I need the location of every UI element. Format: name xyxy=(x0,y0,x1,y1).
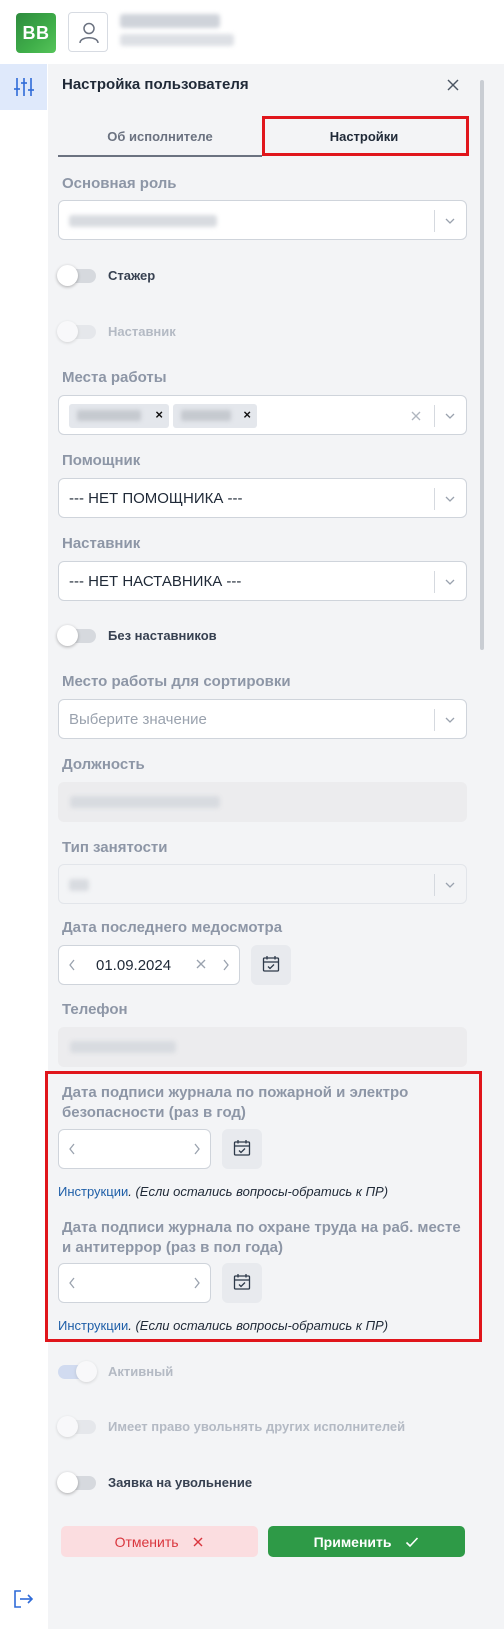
clear-icon[interactable] xyxy=(195,958,207,970)
phone-value-redacted xyxy=(70,1041,176,1053)
check-icon xyxy=(406,1537,419,1548)
panel-title: Настройка пользователя xyxy=(62,76,249,93)
workplace-chip: × xyxy=(173,404,257,428)
cancel-button[interactable]: Отменить xyxy=(61,1526,258,1557)
chevron-left-icon[interactable] xyxy=(67,958,77,972)
app-logo[interactable]: BB xyxy=(16,13,56,53)
active-label: Активный xyxy=(108,1364,174,1379)
calendar-button[interactable] xyxy=(251,945,291,985)
chevron-down-icon xyxy=(445,717,455,723)
sidebar xyxy=(0,64,48,1629)
apply-button-label: Применить xyxy=(313,1533,392,1550)
employment-value-redacted xyxy=(69,879,89,891)
employment-label: Тип занятости xyxy=(62,839,168,856)
apply-button[interactable]: Применить xyxy=(268,1526,465,1557)
chevron-down-icon xyxy=(445,218,455,224)
logout-icon[interactable] xyxy=(13,1589,35,1614)
mentor-select[interactable]: --- НЕТ НАСТАВНИКА --- xyxy=(58,561,467,601)
main-role-value-redacted xyxy=(69,215,217,227)
active-toggle[interactable] xyxy=(58,1361,97,1382)
workplaces-multiselect[interactable]: × × xyxy=(58,395,467,435)
sort-workplace-placeholder: Выберите значение xyxy=(69,711,207,728)
last-medical-date-input[interactable]: 01.09.2024 xyxy=(58,945,240,985)
chip-remove-icon[interactable]: × xyxy=(243,407,251,422)
phone-label: Телефон xyxy=(62,1001,128,1018)
mentor-toggle[interactable] xyxy=(57,321,96,342)
can-fire-toggle[interactable] xyxy=(57,1416,96,1437)
position-label: Должность xyxy=(62,756,145,773)
clear-icon[interactable] xyxy=(410,410,422,422)
cancel-button-label: Отменить xyxy=(114,1533,179,1550)
chevron-down-icon xyxy=(445,579,455,585)
dismissal-label: Заявка на увольнение xyxy=(108,1475,253,1490)
sort-workplace-select[interactable]: Выберите значение xyxy=(58,699,467,739)
assistant-label: Помощник xyxy=(62,452,141,469)
trainee-toggle[interactable] xyxy=(57,265,96,286)
sidebar-item-settings[interactable] xyxy=(0,64,47,110)
sliders-icon xyxy=(14,78,34,96)
sort-workplace-label: Место работы для сортировки xyxy=(62,673,291,690)
main-role-label: Основная роль xyxy=(62,175,177,192)
dismissal-toggle[interactable] xyxy=(57,1472,96,1493)
highlight-box-journals xyxy=(45,1071,482,1342)
scrollbar-track[interactable] xyxy=(485,64,504,1629)
user-avatar-icon[interactable] xyxy=(68,12,108,52)
chevron-down-icon xyxy=(445,882,455,888)
position-value-redacted xyxy=(70,796,220,808)
workplaces-label: Места работы xyxy=(62,369,167,386)
main-role-select[interactable] xyxy=(58,200,467,240)
scrollbar-thumb[interactable] xyxy=(480,80,484,650)
workplace-chip: × xyxy=(69,404,169,428)
user-role-redacted xyxy=(120,34,234,46)
trainee-label: Стажер xyxy=(108,268,156,283)
assistant-select[interactable]: --- НЕТ ПОМОЩНИКА --- xyxy=(58,478,467,518)
position-field xyxy=(58,782,467,822)
chip-remove-icon[interactable]: × xyxy=(155,407,163,422)
chevron-down-icon xyxy=(445,413,455,419)
panel-header: Настройка пользователя xyxy=(48,64,485,106)
mentor-label: Наставник xyxy=(62,535,141,552)
assistant-value: --- НЕТ ПОМОЩНИКА --- xyxy=(69,490,243,507)
close-icon xyxy=(193,1537,203,1547)
calendar-check-icon xyxy=(262,956,280,972)
no-mentors-label: Без наставников xyxy=(108,628,217,643)
mentor-value: --- НЕТ НАСТАВНИКА --- xyxy=(69,573,242,590)
tab-about-executor[interactable]: Об исполнителе xyxy=(58,117,262,157)
last-medical-label: Дата последнего медосмотра xyxy=(62,919,283,936)
mentor-toggle-label: Наставник xyxy=(108,324,176,339)
employment-select[interactable] xyxy=(58,864,467,904)
last-medical-value: 01.09.2024 xyxy=(96,957,172,974)
phone-field xyxy=(58,1027,467,1067)
can-fire-label: Имеет право увольнять других исполнителе… xyxy=(108,1419,406,1434)
highlight-box-tab xyxy=(262,116,469,156)
user-name-redacted xyxy=(120,14,220,28)
top-bar: BB xyxy=(0,0,504,64)
close-icon[interactable] xyxy=(444,76,462,94)
no-mentors-toggle[interactable] xyxy=(57,625,96,646)
chevron-right-icon[interactable] xyxy=(221,958,231,972)
chevron-down-icon xyxy=(445,496,455,502)
